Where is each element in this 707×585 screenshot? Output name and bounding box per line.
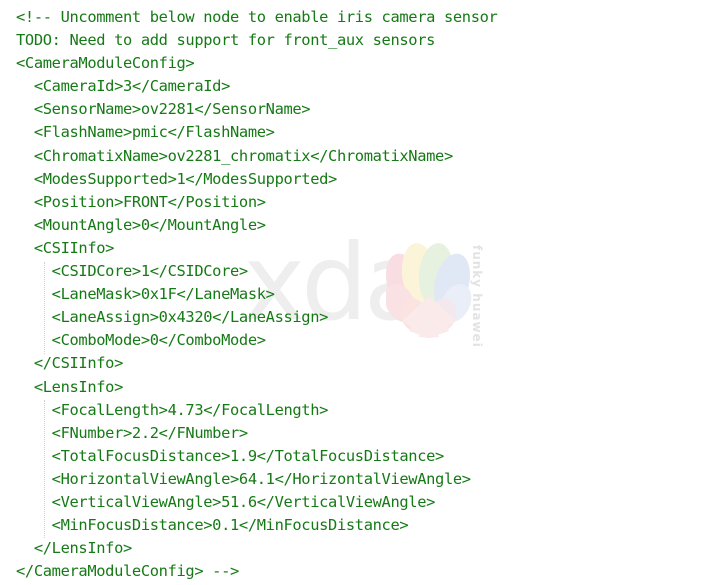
code-line: <CameraId>3</CameraId> [16, 77, 231, 96]
code-line: <TotalFocusDistance>1.9</TotalFocusDista… [16, 446, 445, 465]
code-line: <HorizontalViewAngle>64.1</HorizontalVie… [16, 469, 471, 488]
code-line: </CameraModuleConfig> --> [16, 562, 239, 581]
code-line: <SensorName>ov2281</SensorName> [16, 100, 311, 119]
code-viewer[interactable]: xda funky huawei <!-- Uncomment below no… [0, 0, 707, 585]
code-line: <!-- Uncomment below node to enable iris… [16, 8, 498, 26]
code-line: TODO: Need to add support for front_aux … [16, 31, 436, 50]
code-line: <ComboMode>0</ComboMode> [16, 331, 266, 350]
code-line: <CSIInfo> [16, 238, 115, 257]
code-line: <LensInfo> [16, 377, 124, 396]
code-line: <CSIDCore>1</CSIDCore> [16, 262, 249, 281]
code-line: <FocalLength>4.73</FocalLength> [16, 400, 329, 419]
code-line: </CSIInfo> [16, 354, 124, 373]
code-line: <FNumber>2.2</FNumber> [16, 423, 249, 442]
code-line: <LaneAssign>0x4320</LaneAssign> [16, 308, 329, 327]
code-line: <CameraModuleConfig> [16, 54, 195, 73]
code-line: <MountAngle>0</MountAngle> [16, 215, 266, 234]
code-line: <FlashName>pmic</FlashName> [16, 123, 275, 142]
code-line: <ChromatixName>ov2281_chromatix</Chromat… [16, 146, 453, 165]
code-line: <LaneMask>0x1F</LaneMask> [16, 285, 275, 304]
xml-code-block[interactable]: <!-- Uncomment below node to enable iris… [0, 0, 498, 583]
xml-code-content: <!-- Uncomment below node to enable iris… [16, 6, 498, 583]
code-line: <ModesSupported>1</ModesSupported> [16, 169, 338, 188]
code-line: <VerticalViewAngle>51.6</VerticalViewAng… [16, 492, 436, 511]
code-line: <Position>FRONT</Position> [16, 192, 266, 211]
code-line: </LensInfo> [16, 539, 132, 558]
code-line: <MinFocusDistance>0.1</MinFocusDistance> [16, 516, 409, 535]
